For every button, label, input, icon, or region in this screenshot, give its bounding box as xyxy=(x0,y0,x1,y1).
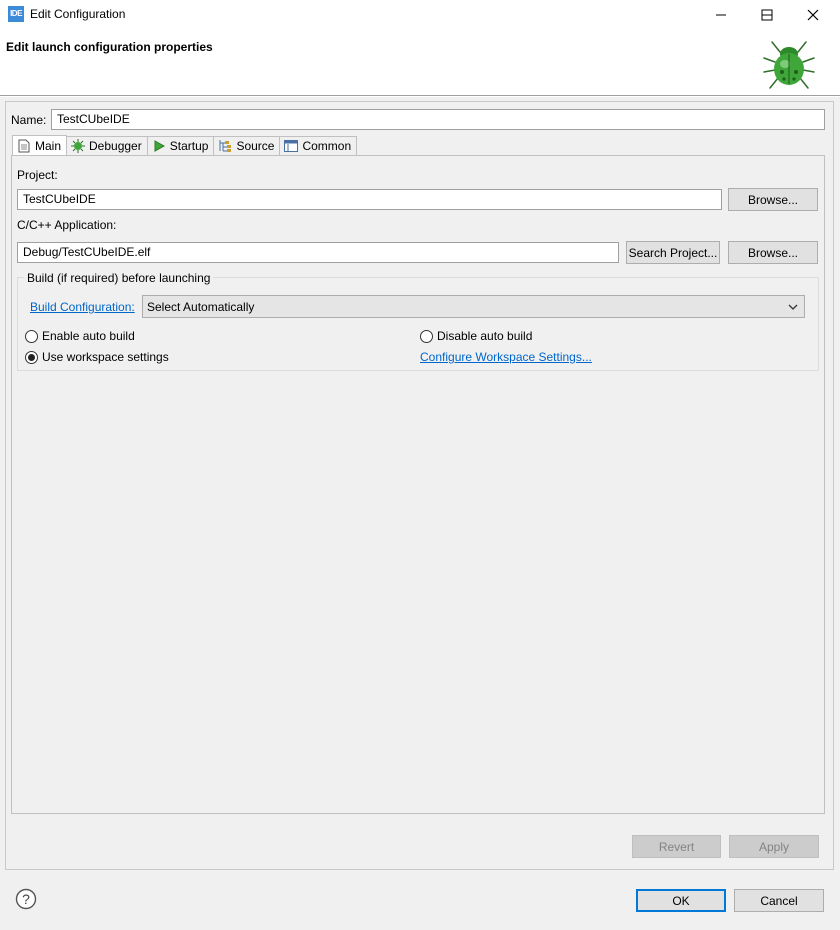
maximize-button[interactable] xyxy=(744,0,790,30)
tab-source[interactable]: Source xyxy=(213,136,281,155)
close-icon xyxy=(807,9,819,21)
application-input[interactable]: Debug/TestCUbeIDE.elf xyxy=(17,242,619,263)
apply-button[interactable]: Apply xyxy=(729,835,819,858)
project-input[interactable]: TestCUbeIDE xyxy=(17,189,722,210)
use-workspace-settings-radio[interactable] xyxy=(25,350,38,364)
cancel-button[interactable]: Cancel xyxy=(734,889,824,912)
tab-source-label: Source xyxy=(236,139,275,153)
enable-auto-build-radio[interactable] xyxy=(25,329,38,343)
project-browse-button[interactable]: Browse... xyxy=(728,188,818,211)
window-title: Edit Configuration xyxy=(30,7,126,21)
source-icon xyxy=(217,138,233,154)
maximize-icon xyxy=(761,9,773,21)
use-workspace-settings-label: Use workspace settings xyxy=(42,350,169,364)
enable-auto-build-option[interactable]: Enable auto build xyxy=(25,329,135,343)
configure-workspace-settings-link[interactable]: Configure Workspace Settings... xyxy=(420,350,592,364)
window-icon xyxy=(283,138,299,154)
app-icon: IDE xyxy=(8,6,24,22)
enable-auto-build-label: Enable auto build xyxy=(42,329,135,343)
project-label: Project: xyxy=(17,168,58,182)
tab-main-label: Main xyxy=(35,138,62,153)
build-configuration-link[interactable]: Build Configuration: xyxy=(30,300,135,314)
close-button[interactable] xyxy=(790,0,836,30)
use-workspace-settings-option[interactable]: Use workspace settings xyxy=(25,350,169,364)
name-input[interactable]: TestCUbeIDE xyxy=(51,109,825,130)
header-title: Edit launch configuration properties xyxy=(6,40,213,54)
svg-text:?: ? xyxy=(22,891,30,907)
build-group-title: Build (if required) before launching xyxy=(24,271,214,285)
tab-startup-label: Startup xyxy=(169,139,209,153)
disable-auto-build-label: Disable auto build xyxy=(437,329,533,343)
search-project-button[interactable]: Search Project... xyxy=(626,241,720,264)
application-label: C/C++ Application: xyxy=(17,218,117,232)
debug-bug-icon xyxy=(763,41,815,89)
disable-auto-build-radio[interactable] xyxy=(420,329,433,343)
tab-debugger-label: Debugger xyxy=(89,139,142,153)
name-label: Name: xyxy=(11,113,47,127)
play-icon xyxy=(151,138,167,154)
tab-common[interactable]: Common xyxy=(279,136,358,155)
tab-main[interactable]: Main xyxy=(12,135,68,155)
tab-debugger[interactable]: Debugger xyxy=(66,136,148,155)
ok-button[interactable]: OK xyxy=(636,889,726,912)
page-icon xyxy=(16,138,32,154)
minimize-icon xyxy=(716,14,726,16)
minimize-button-real[interactable] xyxy=(698,0,744,30)
help-icon[interactable]: ? xyxy=(15,888,37,910)
revert-button[interactable]: Revert xyxy=(632,835,721,858)
tab-bar: Main Debugger Startup Source Common xyxy=(12,135,358,155)
tab-common-label: Common xyxy=(302,139,352,153)
radio-selected-dot xyxy=(28,353,35,361)
application-browse-button[interactable]: Browse... xyxy=(728,241,818,264)
chevron-down-icon xyxy=(788,304,798,310)
build-configuration-select[interactable]: Select Automatically xyxy=(142,295,805,318)
bug-gear-icon xyxy=(70,138,86,154)
disable-auto-build-option[interactable]: Disable auto build xyxy=(420,329,532,343)
build-configuration-value: Select Automatically xyxy=(147,299,255,314)
tab-startup[interactable]: Startup xyxy=(146,136,215,155)
